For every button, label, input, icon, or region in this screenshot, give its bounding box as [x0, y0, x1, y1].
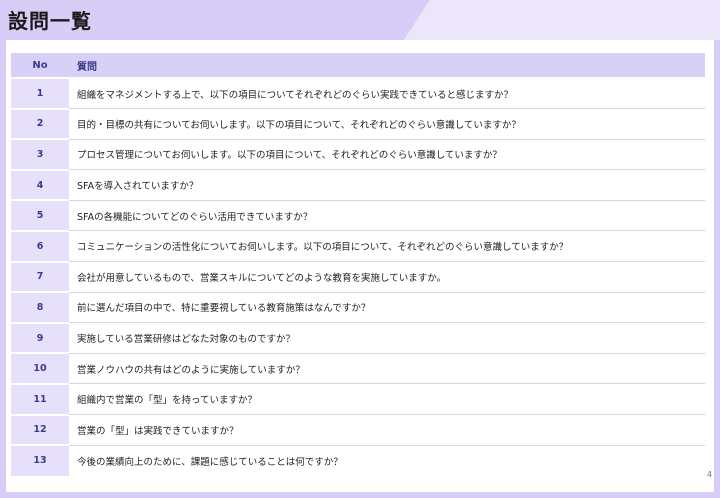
question-table: No 質問 1 組織をマネジメントする上で、以下の項目についてそれぞれどのぐらい実… [11, 53, 705, 476]
question-text: 組織をマネジメントする上で、以下の項目についてそれぞれどのぐらい実践できていると… [69, 78, 705, 110]
question-number: 8 [11, 292, 69, 324]
table-row: 11 組織内で営業の「型」を持っていますか？ [11, 383, 705, 416]
question-number: 4 [11, 169, 69, 202]
table-row: 6 コミュニケーションの活性化についてお伺いします。以下の項目について、それぞれど… [11, 230, 705, 263]
table-row: 1 組織をマネジメントする上で、以下の項目についてそれぞれどのぐらい実践できている… [11, 78, 705, 110]
question-number: 5 [11, 200, 69, 232]
question-text: プロセス管理についてお伺いします。以下の項目について、それぞれどのぐらい意識して… [69, 139, 705, 171]
table-row: 2 目的・目標の共有についてお伺いします。以下の項目について、それぞれどのぐらい意… [11, 108, 705, 141]
table-header-row: No 質問 [11, 53, 705, 79]
table-row: 9 実施している営業研修はどなた対象のものですか？ [11, 322, 705, 355]
question-number: 7 [11, 261, 69, 294]
table-row: 8 前に選んだ項目の中で、特に重要視している教育施策はなんですか？ [11, 292, 705, 324]
table-row: 4 SFAを導入されていますか？ [11, 169, 705, 202]
question-text: SFAの各機能についてどのぐらい活用できていますか？ [69, 200, 705, 232]
column-header-no: No [11, 53, 69, 79]
question-number: 11 [11, 383, 69, 416]
question-text: 今後の業績向上のために、課題に感じていることは何ですか？ [69, 445, 705, 476]
table-row: 5 SFAの各機能についてどのぐらい活用できていますか？ [11, 200, 705, 232]
table-row: 10 営業ノウハウの共有はどのように実施していますか？ [11, 353, 705, 385]
question-text: 営業の「型」は実践できていますか？ [69, 414, 705, 446]
table-body: 1 組織をマネジメントする上で、以下の項目についてそれぞれどのぐらい実践できている… [11, 78, 705, 476]
question-number: 9 [11, 322, 69, 355]
question-number: 1 [11, 78, 69, 110]
question-number: 12 [11, 414, 69, 447]
table-row: 13 今後の業績向上のために、課題に感じていることは何ですか？ [11, 445, 705, 476]
question-text: コミュニケーションの活性化についてお伺いします。以下の項目について、それぞれどの… [69, 230, 705, 263]
question-number: 10 [11, 353, 69, 385]
question-text: 前に選んだ項目の中で、特に重要視している教育施策はなんですか？ [69, 292, 705, 324]
question-text: 組織内で営業の「型」を持っていますか？ [69, 383, 705, 416]
question-number: 6 [11, 230, 69, 263]
question-number: 2 [11, 108, 69, 141]
column-header-question: 質問 [69, 53, 705, 79]
question-number: 3 [11, 139, 69, 171]
question-text: 実施している営業研修はどなた対象のものですか？ [69, 322, 705, 354]
title-band-shape [0, 0, 720, 40]
table-row: 12 営業の「型」は実践できていますか？ [11, 414, 705, 447]
question-text: 営業ノウハウの共有はどのように実施していますか？ [69, 353, 705, 385]
page-title: 設問一覧 [8, 9, 92, 33]
question-number: 13 [11, 445, 69, 476]
table-row: 7 会社が用意しているもので、営業スキルについてどのような教育を実施していますか。 [11, 261, 705, 294]
table-row: 3 プロセス管理についてお伺いします。以下の項目について、それぞれどのぐらい意識し… [11, 139, 705, 171]
question-text: 目的・目標の共有についてお伺いします。以下の項目について、それぞれどのぐらい意識… [69, 108, 705, 140]
slide: 設問一覧 No 質問 1 組織をマネジメントする上で、以下の項目についてそれぞれど… [0, 0, 720, 498]
question-text: 会社が用意しているもので、営業スキルについてどのような教育を実施していますか。 [69, 261, 705, 293]
question-text: SFAを導入されていますか？ [69, 169, 705, 201]
page-number: 4 [706, 470, 712, 479]
title-band: 設問一覧 [0, 0, 720, 40]
